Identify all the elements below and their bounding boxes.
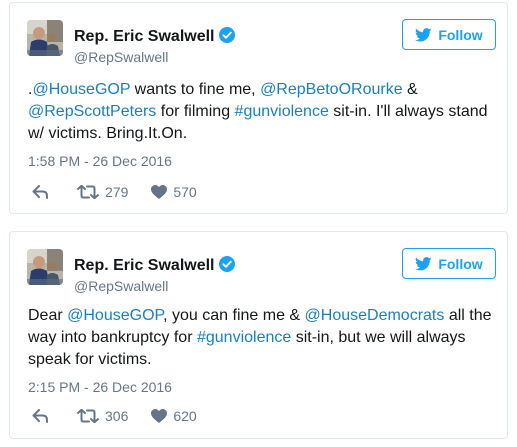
- tweet-card: Rep. Eric Swalwell @RepSwalwell Follow D…: [9, 231, 508, 439]
- tweet-text-part: , you can fine me &: [163, 307, 305, 324]
- like-button[interactable]: 620: [151, 408, 197, 424]
- author-handle[interactable]: @RepSwalwell: [74, 278, 168, 294]
- tweet-actions: 306 620: [32, 408, 197, 424]
- timestamp-link[interactable]: 2:15 PM - 26 Dec 2016: [28, 379, 172, 395]
- twitter-bird-icon: [415, 256, 432, 270]
- mention-link[interactable]: @HouseDemocrats: [305, 307, 445, 324]
- timestamp-link[interactable]: 1:58 PM - 26 Dec 2016: [28, 153, 172, 169]
- retweet-count: 306: [105, 408, 129, 424]
- retweet-count: 279: [105, 184, 129, 200]
- tweet-text: .@HouseGOP wants to fine me, @RepBetoORo…: [28, 79, 498, 145]
- verified-badge-icon: [218, 256, 235, 272]
- retweet-icon: [77, 185, 99, 199]
- tweet-text-part: Dear: [28, 307, 68, 324]
- hashtag-link[interactable]: #gunviolence: [197, 329, 291, 346]
- tweet-text-part: &: [402, 81, 418, 98]
- author-name[interactable]: Rep. Eric Swalwell: [74, 256, 235, 275]
- retweet-icon: [77, 409, 99, 423]
- heart-icon: [151, 185, 168, 199]
- avatar[interactable]: [27, 20, 63, 56]
- retweet-button[interactable]: 306: [77, 408, 128, 424]
- like-count: 620: [173, 408, 197, 424]
- mention-link[interactable]: @RepBetoORourke: [260, 81, 403, 98]
- reply-icon: [32, 409, 48, 423]
- avatar-photo: [27, 20, 63, 56]
- twitter-bird-icon: [415, 27, 432, 41]
- avatar[interactable]: [27, 249, 63, 285]
- mention-link[interactable]: @HouseGOP: [67, 307, 163, 324]
- tweet-actions: 279 570: [32, 184, 197, 200]
- retweet-button[interactable]: 279: [77, 184, 128, 200]
- hashtag-link[interactable]: #gunviolence: [235, 103, 329, 120]
- reply-button[interactable]: [32, 185, 49, 199]
- reply-button[interactable]: [32, 409, 49, 423]
- follow-label: Follow: [438, 26, 483, 43]
- author-name[interactable]: Rep. Eric Swalwell: [74, 27, 235, 46]
- reply-icon: [32, 185, 48, 199]
- tweet-text: Dear @HouseGOP, you can fine me & @House…: [28, 305, 498, 371]
- follow-label: Follow: [438, 255, 483, 272]
- tweet-text-part: for filming: [156, 103, 235, 120]
- follow-button[interactable]: Follow: [402, 19, 496, 50]
- tweet-text-part: wants to fine me,: [130, 81, 261, 98]
- like-button[interactable]: 570: [151, 184, 197, 200]
- mention-link[interactable]: @RepScottPeters: [28, 103, 156, 120]
- like-count: 570: [173, 184, 197, 200]
- tweet-card: Rep. Eric Swalwell @RepSwalwell Follow .…: [9, 2, 508, 214]
- follow-button[interactable]: Follow: [402, 248, 496, 279]
- avatar-photo: [27, 249, 63, 285]
- mention-link[interactable]: @HouseGOP: [32, 81, 130, 98]
- heart-icon: [151, 409, 168, 423]
- author-handle[interactable]: @RepSwalwell: [74, 49, 168, 65]
- author-name-text: Rep. Eric Swalwell: [74, 257, 215, 274]
- verified-badge-icon: [218, 27, 235, 43]
- author-name-text: Rep. Eric Swalwell: [74, 28, 215, 45]
